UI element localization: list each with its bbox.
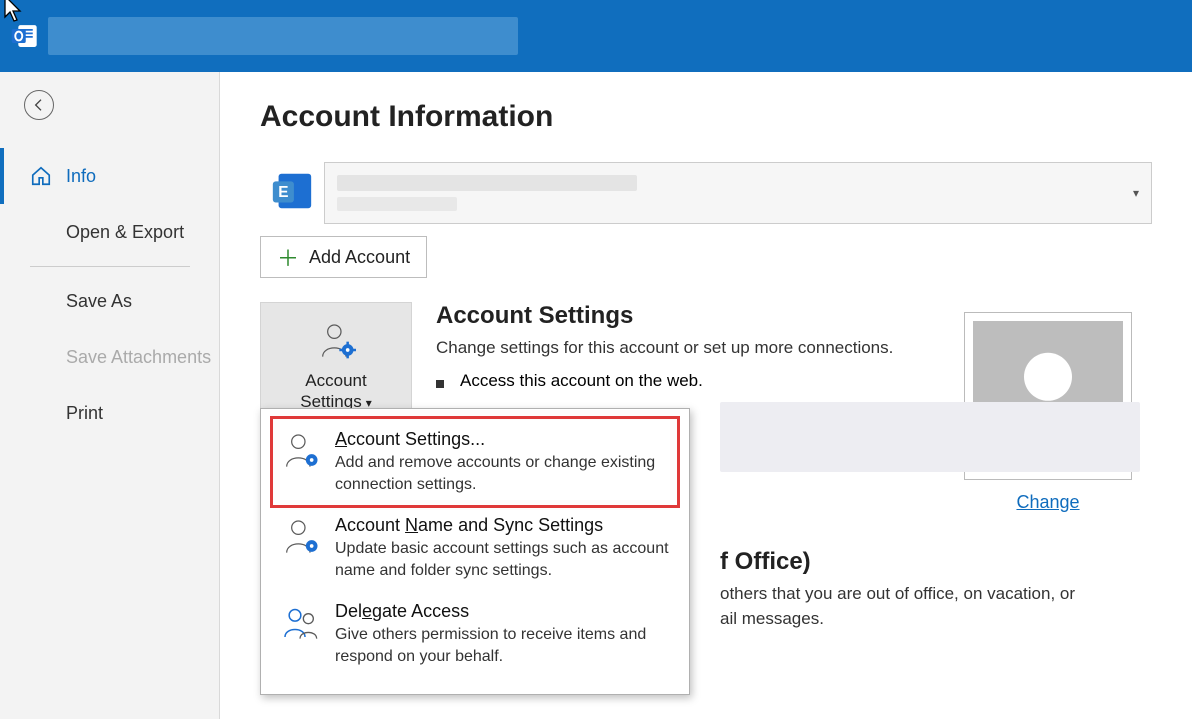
account-name-redacted [337, 175, 637, 191]
bullet-icon [436, 380, 444, 388]
account-settings-description: Change settings for this account or set … [436, 336, 896, 361]
svg-text:E: E [278, 184, 288, 201]
content-redacted [720, 402, 1140, 472]
sidebar-item-label: Save As [66, 291, 132, 312]
exchange-icon: E [260, 162, 324, 220]
user-gear-icon [280, 430, 320, 470]
menu-item-title: Delegate Access [335, 601, 671, 622]
plus-icon: ＋ [277, 241, 299, 273]
account-type-redacted [337, 197, 457, 211]
menu-item-delegate-access[interactable]: Delegate Access Give others permission t… [273, 591, 677, 677]
two-users-icon [280, 602, 320, 642]
back-button[interactable] [24, 90, 54, 120]
add-account-button[interactable]: ＋ Add Account [260, 236, 427, 278]
menu-item-description: Give others permission to receive items … [335, 624, 671, 667]
sidebar-item-save-attachments: Save Attachments [0, 329, 219, 385]
menu-item-title: Account Name and Sync Settings [335, 515, 671, 536]
sidebar-item-info[interactable]: Info [0, 148, 219, 204]
account-settings-menu: Account Settings... Add and remove accou… [260, 408, 690, 695]
main-content: Account Information E ▾ ＋ Add Account [220, 72, 1192, 719]
change-photo-link[interactable]: Change [1016, 492, 1079, 513]
user-gear-icon [316, 320, 356, 360]
menu-item-description: Add and remove accounts or change existi… [335, 452, 671, 495]
add-account-label: Add Account [309, 247, 410, 268]
out-of-office-description-fragment: others that you are out of office, on va… [720, 582, 1192, 631]
menu-item-description: Update basic account settings such as ac… [335, 538, 671, 581]
account-dropdown[interactable]: ▾ [324, 162, 1152, 224]
out-of-office-heading-fragment: f Office) [720, 548, 811, 576]
sidebar-item-label: Info [66, 166, 96, 187]
sidebar-item-label: Print [66, 403, 103, 424]
menu-item-title: Account Settings... [335, 429, 671, 450]
sidebar-separator [30, 266, 190, 267]
backstage-sidebar: Info Open & Export Save As Save Attachme… [0, 72, 220, 719]
chevron-down-icon: ▾ [1133, 186, 1139, 200]
menu-item-name-sync[interactable]: Account Name and Sync Settings Update ba… [273, 505, 677, 591]
page-title: Account Information [260, 100, 1152, 134]
sidebar-item-open-export[interactable]: Open & Export [0, 204, 219, 260]
sidebar-item-label: Save Attachments [66, 347, 211, 368]
arrow-left-icon [31, 97, 47, 113]
sidebar-item-save-as[interactable]: Save As [0, 273, 219, 329]
menu-item-account-settings[interactable]: Account Settings... Add and remove accou… [273, 419, 677, 505]
sidebar-item-print[interactable]: Print [0, 385, 219, 441]
outlook-icon [10, 22, 38, 50]
sidebar-item-label: Open & Export [66, 222, 184, 243]
home-icon [30, 165, 52, 187]
title-redacted [48, 17, 518, 55]
title-bar [0, 0, 1192, 72]
account-web-access-text: Access this account on the web. [460, 371, 703, 391]
user-gear-icon [280, 516, 320, 556]
